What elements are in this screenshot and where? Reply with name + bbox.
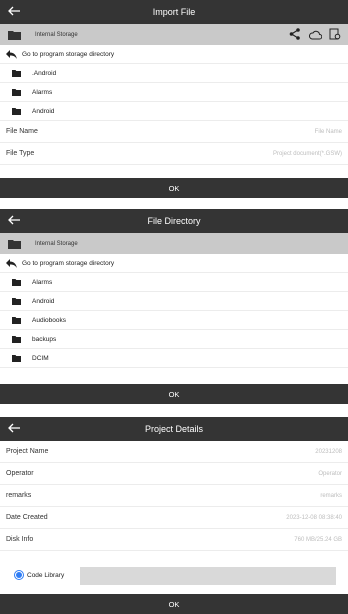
goto-label: Go to program storage directory <box>22 259 115 267</box>
code-library-label: Code Library <box>27 571 65 579</box>
folder-icon <box>12 335 21 343</box>
storage-label: Internal Storage <box>35 240 78 247</box>
project-name-input[interactable]: 20231208 <box>315 449 342 455</box>
list-item[interactable]: DCIM <box>0 349 348 368</box>
ok-button[interactable]: OK <box>0 594 348 614</box>
back-arrow-icon[interactable] <box>6 212 22 228</box>
goto-program-directory[interactable]: Go to program storage directory <box>0 45 348 64</box>
project-name-field[interactable]: Project Name 20231208 <box>0 441 348 463</box>
code-library-select[interactable] <box>80 567 336 585</box>
title-bar: Import File <box>0 0 348 24</box>
field-label: File Name <box>6 128 38 135</box>
goto-label: Go to program storage directory <box>22 50 115 58</box>
field-label: remarks <box>6 492 32 499</box>
file-type-select[interactable]: Project document(*.GSW) <box>273 151 342 157</box>
folder-name: DCIM <box>32 354 49 362</box>
field-label: File Type <box>6 150 35 157</box>
file-name-field[interactable]: File Name File Name <box>0 121 348 143</box>
code-library-row[interactable]: Code Library <box>0 561 348 589</box>
radio-dot <box>16 572 22 578</box>
list-item[interactable]: .Android <box>0 64 348 83</box>
code-library-radio[interactable] <box>14 570 24 580</box>
folder-name: Audiobooks <box>32 316 66 324</box>
file-directory-panel: File Directory Internal Storage Go to pr… <box>0 209 348 404</box>
list-item[interactable]: Alarms <box>0 273 348 292</box>
folder-icon <box>12 316 21 324</box>
page-title: File Directory <box>147 216 201 226</box>
operator-input[interactable]: Operator <box>318 471 342 477</box>
folder-icon <box>12 69 21 77</box>
ok-button[interactable]: OK <box>0 384 348 404</box>
toolbar <box>288 27 342 41</box>
goto-icon <box>6 49 17 59</box>
back-arrow-icon[interactable] <box>6 3 22 19</box>
field-label: Date Created <box>6 514 48 521</box>
field-label: Project Name <box>6 448 49 455</box>
list-item[interactable]: Android <box>0 102 348 121</box>
cloud-icon[interactable] <box>308 27 322 41</box>
folder-name: Android <box>32 107 55 115</box>
field-label: Disk Info <box>6 536 34 543</box>
page-title: Import File <box>152 7 196 17</box>
folder-icon <box>12 107 21 115</box>
folder-name: Alarms <box>32 278 53 286</box>
folder-icon <box>12 354 21 362</box>
field-label: Operator <box>6 470 34 477</box>
list-item[interactable]: backups <box>0 330 348 349</box>
settings-file-icon[interactable] <box>328 27 342 41</box>
storage-path-bar[interactable]: Internal Storage <box>0 24 348 45</box>
operator-field[interactable]: Operator Operator <box>0 463 348 485</box>
share-icon[interactable] <box>288 27 302 41</box>
folder-icon <box>8 239 21 249</box>
import-file-panel: Import File Internal Storage Go to progr… <box>0 0 348 198</box>
list-item[interactable]: Audiobooks <box>0 311 348 330</box>
folder-icon <box>8 30 21 40</box>
title-bar: File Directory <box>0 209 348 233</box>
page-title: Project Details <box>144 424 204 434</box>
folder-icon <box>12 297 21 305</box>
folder-name: Android <box>32 297 55 305</box>
remarks-input[interactable]: remarks <box>320 493 342 499</box>
file-name-input[interactable]: File Name <box>315 129 342 135</box>
back-arrow-icon[interactable] <box>6 420 22 436</box>
folder-name: Alarms <box>32 88 53 96</box>
goto-icon <box>6 258 17 268</box>
disk-info-value: 760 MB/25.24 GB <box>294 536 342 543</box>
file-type-field[interactable]: File Type Project document(*.GSW) <box>0 143 348 165</box>
folder-name: backups <box>32 335 57 343</box>
list-item[interactable]: Alarms <box>0 83 348 102</box>
folder-name: .Android <box>32 69 57 77</box>
storage-label: Internal Storage <box>35 31 78 38</box>
disk-info-field: Disk Info 760 MB/25.24 GB <box>0 529 348 551</box>
project-details-panel: Project Details Project Name 20231208 Op… <box>0 417 348 614</box>
folder-icon <box>12 278 21 286</box>
list-item[interactable]: Android <box>0 292 348 311</box>
storage-path-bar[interactable]: Internal Storage <box>0 233 348 254</box>
title-bar: Project Details <box>0 417 348 441</box>
date-created-field: Date Created 2023-12-08 08:38:40 <box>0 507 348 529</box>
goto-program-directory[interactable]: Go to program storage directory <box>0 254 348 273</box>
ok-button[interactable]: OK <box>0 178 348 198</box>
folder-icon <box>12 88 21 96</box>
date-created-value: 2023-12-08 08:38:40 <box>286 514 342 521</box>
remarks-field[interactable]: remarks remarks <box>0 485 348 507</box>
